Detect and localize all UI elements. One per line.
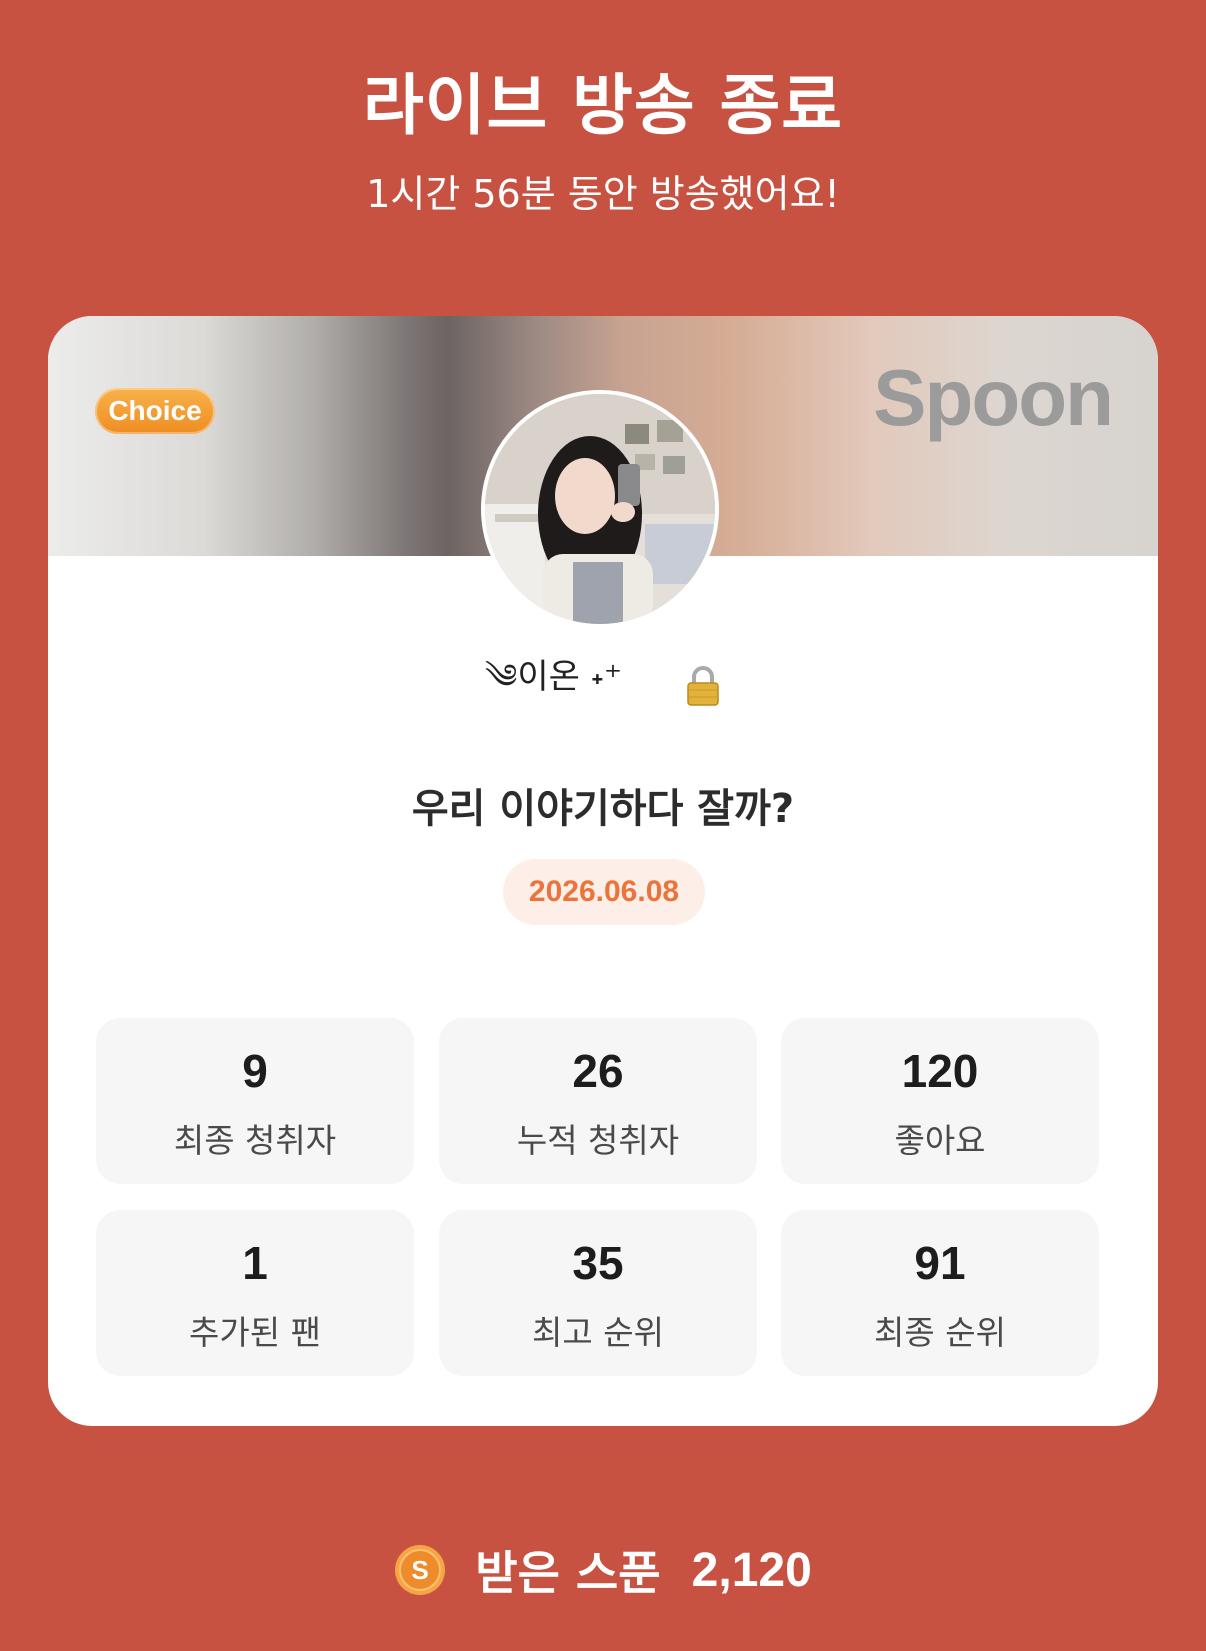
live-title: 우리 이야기하다 잘까?	[411, 786, 795, 832]
stat-value: 35	[572, 1237, 624, 1289]
stat-label: 누적 청취자	[516, 1121, 680, 1160]
stat-label: 최종 순위	[874, 1313, 1006, 1352]
avatar-image	[485, 394, 715, 624]
svg-text:S: S	[412, 1555, 429, 1585]
broadcast-date: 2026.06.08	[503, 859, 705, 925]
received-spoons: S 받은 스푼 2,120	[0, 1537, 1206, 1600]
stat-value: 1	[242, 1237, 268, 1289]
nickname-row: ༄이온 ˖⁺	[48, 638, 1158, 706]
stat-value: 120	[901, 1045, 979, 1097]
stat-value: 91	[914, 1237, 966, 1289]
stat-final-listeners: 9 최종 청취자	[96, 1018, 414, 1184]
stat-total-listeners: 26 누적 청취자	[439, 1018, 757, 1184]
avatar[interactable]	[481, 390, 719, 628]
stat-best-rank: 35 최고 순위	[439, 1210, 757, 1376]
spoon-coin-icon: S	[394, 1544, 446, 1596]
received-spoons-label: 받은 스푼	[475, 1546, 661, 1600]
broadcast-summary-card: Choice Spoon ༄이온 ˖⁺ 우리 이야기하다 잘까? 2026.06…	[48, 316, 1158, 1426]
stat-value: 26	[572, 1045, 624, 1097]
stat-label: 최고 순위	[532, 1313, 664, 1352]
choice-badge: Choice	[95, 388, 215, 434]
spoon-logo: Spoon	[873, 353, 1114, 442]
stat-value: 9	[242, 1045, 268, 1097]
stat-final-rank: 91 최종 순위	[781, 1210, 1099, 1376]
page-title: 라이브 방송 종료	[363, 67, 843, 144]
nickname[interactable]: ༄이온 ˖⁺	[485, 638, 622, 734]
stat-label: 최종 청취자	[173, 1121, 337, 1160]
broadcast-duration: 1시간 56분 동안 방송했어요!	[366, 172, 840, 216]
received-spoons-value: 2,120	[691, 1543, 812, 1597]
stat-new-fans: 1 추가된 팬	[96, 1210, 414, 1376]
stat-label: 좋아요	[894, 1121, 986, 1160]
lock-icon	[685, 665, 721, 707]
stat-label: 추가된 팬	[189, 1313, 321, 1352]
stat-likes: 120 좋아요	[781, 1018, 1099, 1184]
